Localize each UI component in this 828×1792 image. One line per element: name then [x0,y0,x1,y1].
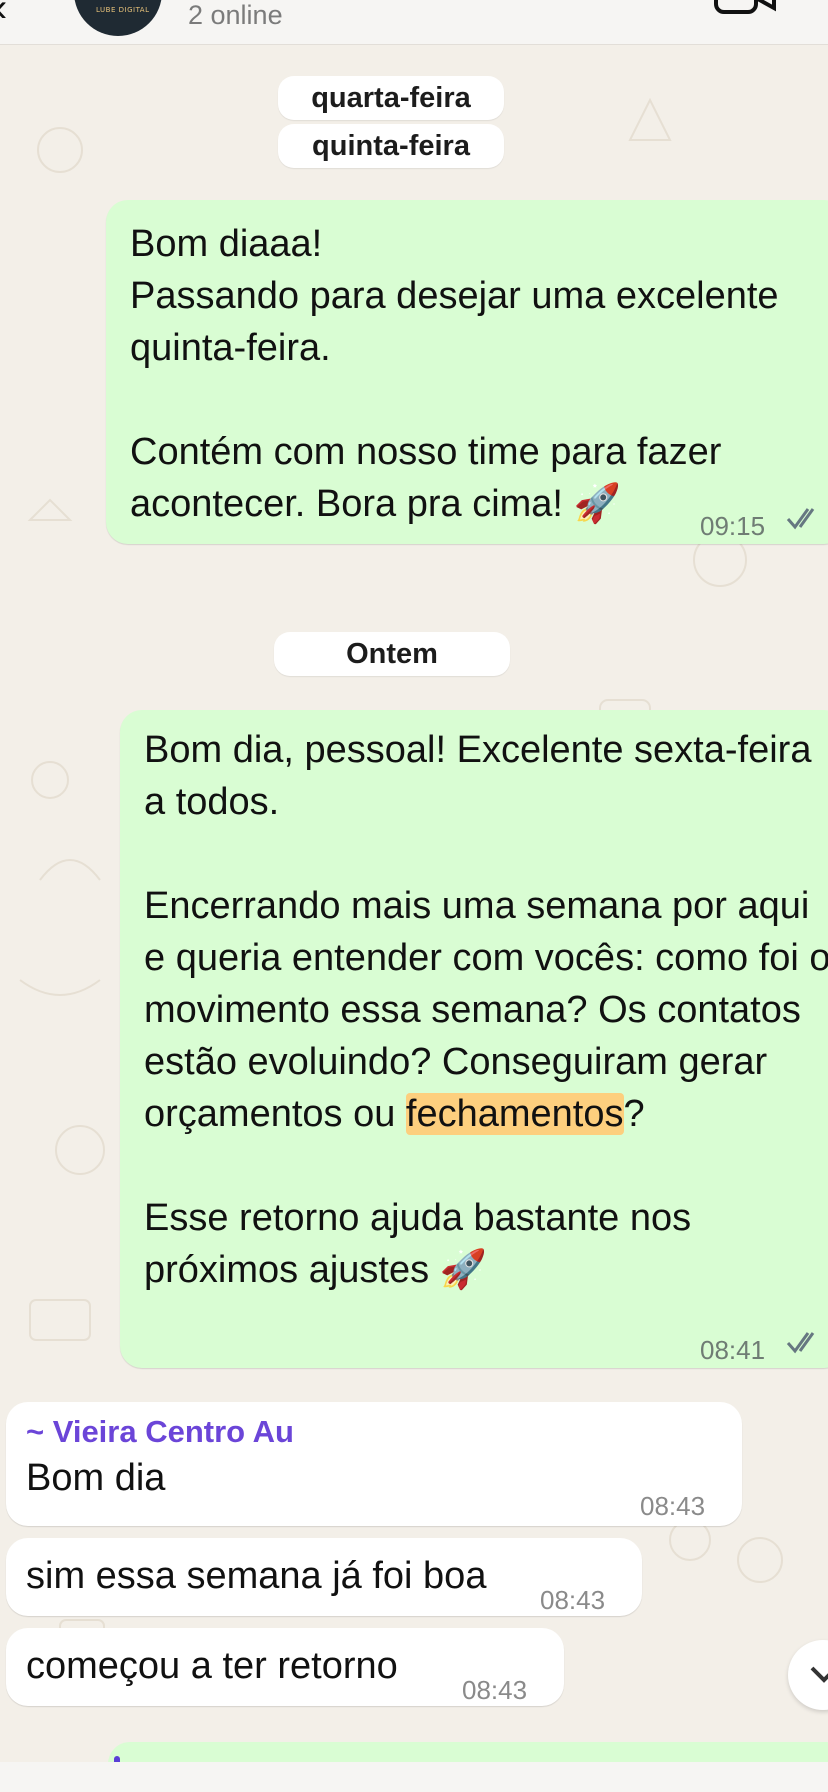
message-text: Bom diaaa! Passando para desejar uma exc… [130,223,779,525]
incoming-message[interactable]: sim essa semana já foi boa 08:43 [6,1538,642,1616]
input-bar [0,1762,828,1792]
avatar-logo-text: LUBE DIGITAL [96,6,150,14]
back-icon[interactable]: ‹ [0,0,7,31]
chat-header: ‹ LUBE DIGITAL 2 online [0,0,828,45]
group-avatar[interactable]: LUBE DIGITAL [74,0,162,36]
date-chip: Ontem [274,632,510,676]
message-text-part: Bom dia, pessoal! Excelente sexta-feira … [144,729,828,1135]
video-call-icon[interactable] [714,0,778,18]
message-time: 09:15 [700,511,766,541]
incoming-message[interactable]: começou a ter retorno 08:43 [6,1628,564,1706]
message-time: 08:41 [700,1335,766,1365]
message-time: 08:43 [540,1585,606,1615]
outgoing-message[interactable]: Bom diaaa! Passando para desejar uma exc… [106,200,828,544]
message-text: Bom dia, pessoal! Excelente sexta-feira … [144,724,828,1296]
read-ticks-icon [786,508,815,530]
sender-name[interactable]: ~ Vieira Centro Au [26,1412,722,1452]
date-chip: quarta-feira [278,76,504,120]
message-time: 08:43 [640,1491,706,1521]
outgoing-message[interactable]: Bom dia, pessoal! Excelente sexta-feira … [120,710,828,1368]
message-time: 08:43 [462,1675,528,1705]
search-highlight: fechamentos [405,1093,624,1135]
read-ticks-icon [786,1332,815,1354]
chevron-down-icon [810,1666,828,1683]
message-text: Bom dia [26,1457,166,1499]
incoming-message[interactable]: ~ Vieira Centro Au Bom dia 08:43 [6,1402,742,1526]
date-chip: quinta-feira [278,124,504,168]
message-text: sim essa semana já foi boa [26,1555,487,1597]
online-status: 2 online [188,0,283,30]
